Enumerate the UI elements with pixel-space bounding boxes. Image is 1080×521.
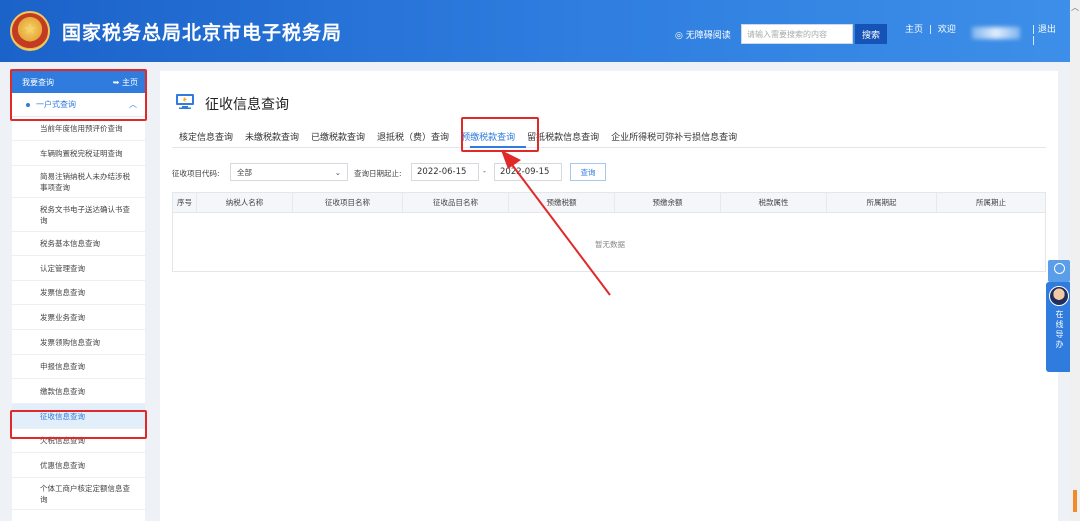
tab-assessment[interactable]: 核定信息查询 [179, 130, 233, 143]
main-panel: 征收信息查询 核定信息查询 未缴税款查询 已缴税款查询 退抵税（费）查询 预缴税… [160, 71, 1058, 521]
sidebar-item[interactable]: 发票领购信息查询 [12, 330, 145, 355]
user-help-icon[interactable] [1048, 260, 1070, 282]
home-link[interactable]: 主页 [905, 25, 923, 35]
date-end-input[interactable]: 2022-09-15 [494, 163, 562, 181]
tab-paid[interactable]: 已缴税款查询 [311, 130, 365, 143]
query-button[interactable]: 查询 [570, 163, 606, 181]
search-button[interactable]: 搜索 [855, 24, 887, 44]
tab-loss-compensation[interactable]: 企业所得税可弥补亏损信息查询 [611, 130, 737, 143]
table-header: 序号 纳税人名称 征收项目名称 征收品目名称 预缴税额 预缴余额 税款属性 所属… [173, 193, 1045, 213]
top-header: 国家税务总局北京市电子税务局 ◎ 无障碍阅读 搜索 主页 | 欢迎 | 退出 | [0, 0, 1080, 62]
column-header: 纳税人名称 [197, 193, 293, 212]
sidebar-item[interactable]: 个体工商户核定定额信息查询 [12, 478, 145, 510]
sidebar-item[interactable]: 车辆购置税完税证明查询 [12, 141, 145, 166]
prepaid-tax-table: 序号 纳税人名称 征收项目名称 征收品目名称 预缴税额 预缴余额 税款属性 所属… [172, 192, 1046, 272]
sidebar-item[interactable]: 税务文书电子送达确认书查询 [12, 198, 145, 232]
column-header: 征收品目名称 [403, 193, 509, 212]
item-code-label: 征收项目代码: [172, 169, 220, 178]
welcome-text: 欢迎 [937, 25, 956, 35]
sidebar-item[interactable]: 申报信息查询 [12, 355, 145, 379]
tab-unpaid[interactable]: 未缴税款查询 [245, 130, 299, 143]
empty-state-text: 暂无数据 [595, 240, 625, 249]
accessibility-link[interactable]: ◎ 无障碍阅读 [675, 28, 731, 41]
sidebar-item[interactable]: 认定管理查询 [12, 256, 145, 281]
chevron-down-icon: ⌄ [334, 167, 341, 177]
top-links: 主页 | 欢迎 [905, 25, 956, 35]
logout-link[interactable]: | 退出 [1032, 22, 1056, 35]
highlight-box-active-tab [461, 117, 539, 152]
online-help-widget[interactable]: 在线导办 [1046, 282, 1072, 372]
scroll-thumb[interactable] [1073, 490, 1077, 512]
blurred-username [972, 27, 1020, 39]
tax-emblem-icon [10, 11, 50, 51]
sidebar-item[interactable]: 发票信息查询 [12, 281, 145, 305]
date-start-input[interactable]: 2022-06-15 [411, 163, 479, 181]
date-separator: - [483, 167, 486, 176]
column-header: 所属期起 [827, 193, 937, 212]
column-header: 征收项目名称 [293, 193, 403, 212]
item-code-select[interactable]: 全部 ⌄ [230, 163, 348, 181]
column-header: 预缴余额 [615, 193, 721, 212]
column-header: 预缴税额 [509, 193, 615, 212]
sidebar-item[interactable]: 税务基本信息查询 [12, 232, 145, 256]
column-header: 税款属性 [721, 193, 827, 212]
site-title: 国家税务总局北京市电子税务局 [62, 22, 343, 44]
sidebar-item[interactable]: 发票业务查询 [12, 305, 145, 330]
sidebar-item[interactable]: 缴款信息查询 [12, 379, 145, 404]
search-input[interactable] [741, 24, 853, 44]
column-header: 所属期止 [976, 198, 1006, 207]
sidebar-item[interactable]: 优惠信息查询 [12, 453, 145, 478]
page-scrollbar[interactable] [1070, 0, 1080, 521]
date-range-label: 查询日期起止: [354, 169, 402, 178]
sidebar-item[interactable]: 简易注销纳税人未办结涉税事项查询 [12, 166, 145, 198]
column-header: 序号 [173, 193, 197, 212]
tab-refund[interactable]: 退抵税（费）查询 [377, 130, 449, 143]
header-divider: | [1032, 36, 1036, 46]
tab-divider [172, 147, 1046, 148]
sidebar: 我要查询 ➥ 主页 一户式查询 ︿ 当前年度信用预评价查询 车辆购置税完税证明查… [12, 71, 145, 521]
monitor-icon [176, 94, 194, 109]
eye-icon: ◎ [675, 31, 686, 41]
page-title: 征收信息查询 [205, 97, 289, 113]
agent-avatar [1049, 286, 1069, 306]
highlight-box-sidebar-group [10, 69, 147, 121]
scroll-up-icon[interactable]: ︿ [1071, 2, 1079, 13]
highlight-box-sidebar-item [10, 410, 147, 439]
